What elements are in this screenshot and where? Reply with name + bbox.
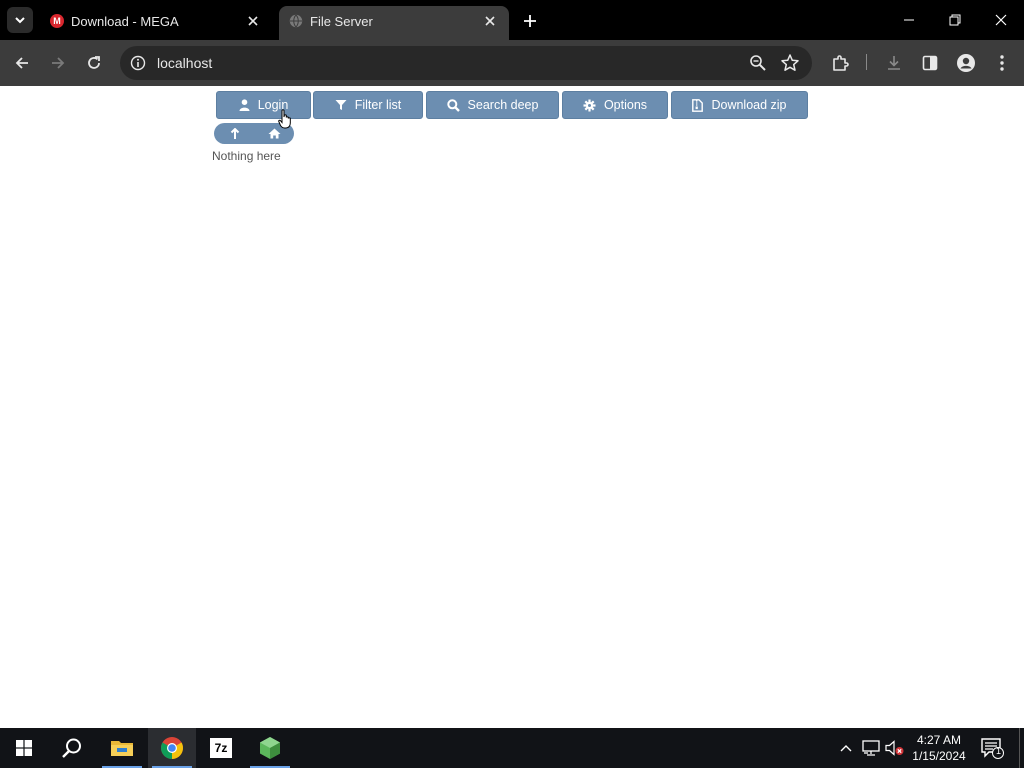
side-panel-icon <box>922 55 938 71</box>
green-cube-icon <box>260 737 280 759</box>
profile-avatar-icon <box>957 54 975 72</box>
taskbar-app-file-explorer[interactable] <box>98 728 146 768</box>
browser-tab-strip: M Download - MEGA File Server <box>0 0 1024 40</box>
taskbar-search-button[interactable] <box>48 728 96 768</box>
tab-title: File Server <box>310 14 373 29</box>
kebab-menu-icon <box>1000 55 1004 71</box>
tab-title: Download - MEGA <box>71 14 179 29</box>
address-bar[interactable]: localhost <box>120 46 812 80</box>
forward-button[interactable] <box>46 51 70 75</box>
clock-date: 1/15/2024 <box>912 749 966 763</box>
clock-time: 4:27 AM <box>916 733 962 747</box>
reload-button[interactable] <box>82 51 106 75</box>
extensions-button[interactable] <box>828 51 852 75</box>
new-tab-button[interactable] <box>519 10 541 32</box>
chevron-up-icon <box>840 745 852 752</box>
url-text[interactable]: localhost <box>157 55 212 71</box>
hand-pointer-cursor-icon <box>278 109 291 129</box>
options-button[interactable]: Options <box>562 91 668 119</box>
zip-file-icon <box>692 98 704 112</box>
7zip-icon: 7z <box>210 738 232 758</box>
minimize-button[interactable] <box>886 0 932 40</box>
close-window-button[interactable] <box>978 0 1024 40</box>
reload-icon <box>88 56 100 69</box>
plus-icon <box>524 15 536 27</box>
tab-mega[interactable]: M Download - MEGA <box>40 6 272 40</box>
download-zip-label: Download zip <box>711 98 787 112</box>
close-tab-icon[interactable] <box>244 12 262 30</box>
start-button[interactable] <box>0 728 48 768</box>
notification-center-button[interactable]: 1 <box>980 736 1004 760</box>
notification-count: 1 <box>995 746 1001 756</box>
windows-logo-icon <box>16 740 32 756</box>
close-icon <box>995 14 1007 26</box>
puzzle-icon <box>833 55 849 71</box>
taskbar-app-cube[interactable] <box>246 728 294 768</box>
search-icon <box>62 738 81 758</box>
taskbar-app-chrome[interactable] <box>148 728 196 768</box>
search-deep-label: Search deep <box>467 98 539 112</box>
close-tab-icon[interactable] <box>481 12 499 30</box>
download-zip-button[interactable]: Download zip <box>671 91 808 119</box>
7zip-label: 7z <box>214 741 228 755</box>
restore-button[interactable] <box>932 0 978 40</box>
taskbar-clock[interactable]: 4:27 AM 1/15/2024 <box>906 732 972 764</box>
volume-button[interactable] <box>885 738 905 758</box>
arrow-left-icon <box>15 57 28 69</box>
browser-toolbar: localhost <box>0 40 1024 86</box>
restore-icon <box>949 14 961 26</box>
zoom-icon[interactable] <box>749 54 767 72</box>
windows-taskbar: 7z 4:27 AM 1/15/2024 1 <box>0 728 1024 768</box>
file-server-page: Login Filter list Search deep Options Do… <box>0 86 1024 728</box>
search-icon <box>446 98 460 112</box>
options-label: Options <box>603 98 648 112</box>
minimize-icon <box>904 19 914 21</box>
site-info-icon[interactable] <box>128 53 148 73</box>
taskbar-app-7zip[interactable]: 7z <box>197 728 245 768</box>
download-icon <box>888 56 900 70</box>
profile-button[interactable] <box>954 51 978 75</box>
home-icon <box>268 128 280 139</box>
parent-folder-button[interactable] <box>214 123 256 144</box>
up-arrow-icon <box>230 127 240 139</box>
volume-muted-icon <box>885 740 904 756</box>
show-desktop-button[interactable] <box>1019 728 1020 768</box>
show-hidden-icons-button[interactable] <box>836 738 856 758</box>
arrow-right-icon <box>52 57 65 69</box>
network-button[interactable] <box>861 738 881 758</box>
tab-search-button[interactable] <box>7 7 33 33</box>
folder-icon <box>111 741 133 756</box>
login-button[interactable]: Login <box>216 91 311 119</box>
gear-icon <box>583 99 596 111</box>
chevron-down-icon <box>15 17 25 24</box>
tab-file-server[interactable]: File Server <box>279 6 509 40</box>
network-icon <box>862 740 880 756</box>
globe-icon <box>289 14 303 28</box>
filter-icon <box>335 100 347 110</box>
toolbar-divider <box>866 54 867 70</box>
chrome-menu-button[interactable] <box>990 51 1014 75</box>
chrome-icon <box>161 737 183 759</box>
bookmark-star-icon[interactable] <box>780 53 800 73</box>
mega-logo-icon: M <box>50 14 64 28</box>
search-deep-button[interactable]: Search deep <box>426 91 559 119</box>
side-panel-button[interactable] <box>918 51 942 75</box>
user-icon <box>239 99 250 111</box>
back-button[interactable] <box>10 51 34 75</box>
downloads-button[interactable] <box>882 51 906 75</box>
filter-list-label: Filter list <box>354 98 402 112</box>
empty-list-message: Nothing here <box>212 149 281 163</box>
filter-list-button[interactable]: Filter list <box>313 91 423 119</box>
